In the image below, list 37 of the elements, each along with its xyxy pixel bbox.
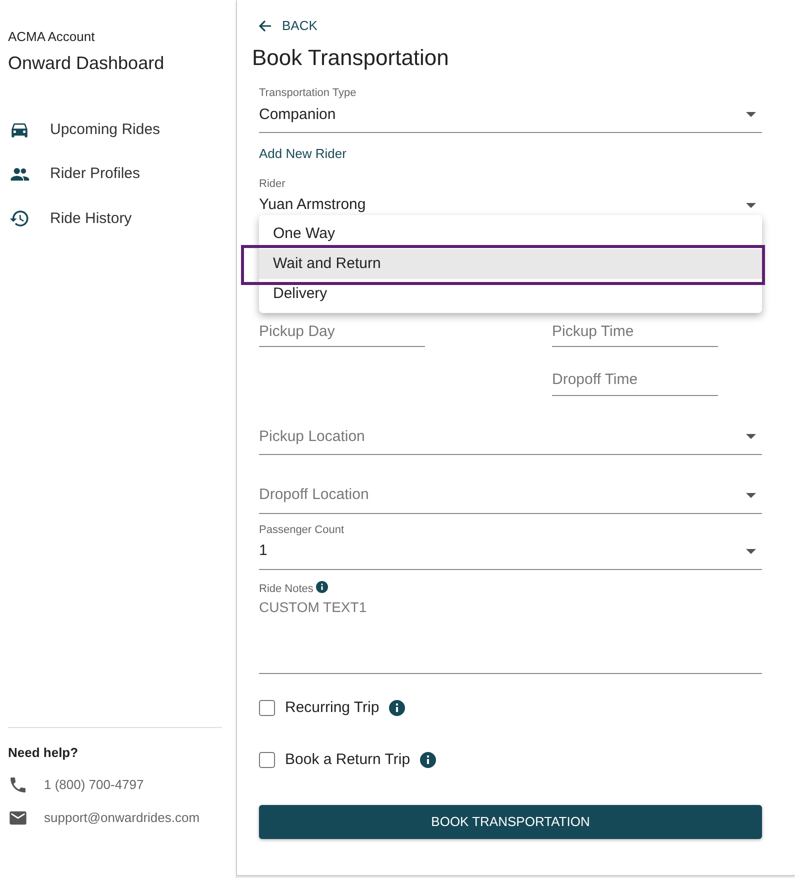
select-field[interactable]: 1 (259, 538, 762, 570)
checkbox[interactable] (259, 752, 275, 768)
dropdown-caret-icon (746, 112, 756, 118)
checkbox-label: Book a Return Trip (285, 750, 410, 770)
book-transportation-button[interactable]: BOOK TRANSPORTATION (259, 805, 762, 839)
field-label: Passenger Count (259, 522, 345, 538)
info-icon[interactable] (420, 752, 436, 768)
dropdown-caret-icon (746, 492, 756, 498)
select-field[interactable]: Companion (259, 102, 762, 134)
checkbox[interactable] (259, 700, 275, 716)
menu-item[interactable]: Delivery (259, 279, 762, 309)
phone-number: 1 (800) 700-4797 (44, 776, 144, 794)
app-title: Onward Dashboard (8, 52, 166, 74)
sidebar-item[interactable]: Rider Profiles (8, 161, 222, 188)
account-name: ACMA Account (8, 28, 96, 46)
field-label: Ride Notes (259, 580, 762, 598)
info-icon[interactable] (316, 580, 328, 593)
back-arrow-icon (258, 18, 272, 33)
back-link[interactable]: BACK (258, 16, 318, 36)
sidebar-item[interactable]: Ride History (8, 206, 222, 232)
checkbox-label: Recurring Trip (285, 698, 380, 718)
sidebar-item[interactable]: Upcoming Rides (8, 116, 222, 143)
page-title: Book Transportation (252, 44, 450, 72)
add-rider-link[interactable]: Add New Rider (259, 144, 346, 164)
dropdown-caret-icon (746, 548, 756, 554)
dropdown-caret-icon (746, 434, 756, 440)
dropdown-field[interactable]: Dropoff Location (259, 482, 762, 514)
field-label: Transportation Type (259, 86, 358, 102)
info-icon[interactable] (389, 700, 406, 716)
phone-icon (8, 775, 28, 795)
field-label: Rider (259, 176, 286, 192)
dropdown-field[interactable]: Pickup Location (259, 424, 762, 456)
menu-item[interactable]: Wait and Return (259, 249, 762, 279)
help-heading: Need help? (8, 726, 222, 762)
history-icon (9, 208, 30, 230)
dropdown-caret-icon (746, 202, 756, 208)
email-address: support@onwardrides.com (44, 809, 200, 828)
